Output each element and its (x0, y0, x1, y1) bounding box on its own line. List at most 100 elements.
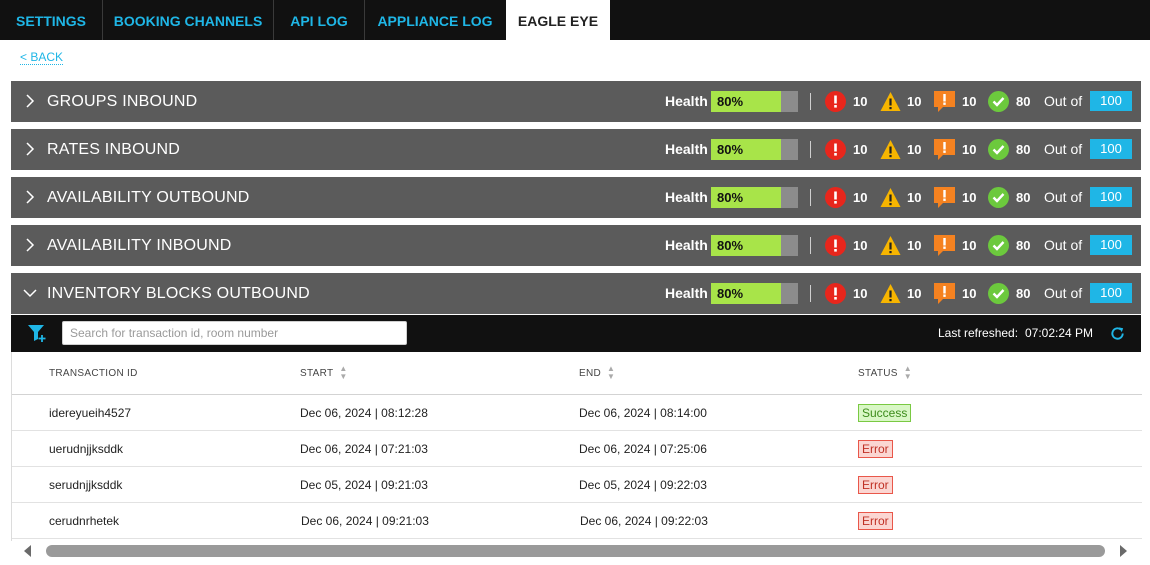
alert-count: 10 (962, 238, 977, 253)
start-cell: Dec 06, 2024 | 08:12:28 (300, 406, 428, 420)
tab-settings[interactable]: SETTINGS (0, 0, 102, 40)
horizontal-scrollbar[interactable] (11, 541, 1141, 561)
out-of-label: Out of (1044, 237, 1083, 253)
check-circle-icon (988, 139, 1009, 160)
panel-title[interactable]: AVAILABILITY INBOUND (47, 225, 232, 266)
status-badge: Error (858, 440, 893, 458)
health-percentage: 80% (717, 94, 744, 109)
error-count: 10 (853, 142, 868, 157)
column-header-transaction-id[interactable]: TRANSACTION ID (49, 352, 138, 394)
error-circle-icon (825, 283, 846, 304)
table-row[interactable]: uerudnjjksddk Dec 06, 2024 | 07:21:03 Dec … (12, 431, 1142, 467)
transaction-id-cell: serudnjjksddk (49, 478, 123, 492)
status-badge: Error (858, 512, 893, 530)
warning-triangle-icon (880, 188, 901, 207)
warning-count: 10 (907, 238, 922, 253)
search-input[interactable] (62, 321, 407, 345)
error-count: 10 (853, 286, 868, 301)
integration-panel[interactable]: AVAILABILITY INBOUND Health 80% 10 10 10 80 Out… (11, 225, 1141, 266)
refresh-icon[interactable] (1109, 325, 1126, 342)
health-label: Health (665, 141, 708, 157)
alert-square-icon (934, 187, 955, 208)
integration-panel[interactable]: RATES INBOUND Health 80% 10 10 10 80 Out of 100 (11, 129, 1141, 170)
error-circle-icon (825, 139, 846, 160)
warning-count: 10 (907, 190, 922, 205)
sort-icon[interactable]: ▲ ▼ (339, 365, 347, 381)
out-of-label: Out of (1044, 141, 1083, 157)
transaction-id-cell: uerudnjjksddk (49, 442, 124, 456)
integration-panel[interactable]: INVENTORY BLOCKS OUTBOUND Health 80% 10 10 10… (11, 273, 1141, 314)
panel-title[interactable]: AVAILABILITY OUTBOUND (47, 177, 249, 218)
health-percentage: 80% (717, 286, 744, 301)
error-count: 10 (853, 94, 868, 109)
total-count-badge: 100 (1090, 91, 1132, 111)
health-label: Health (665, 93, 708, 109)
tab-appliance-log[interactable]: APPLIANCE LOG (365, 0, 505, 40)
column-header-start[interactable]: START ▲ ▼ (300, 352, 348, 394)
check-circle-icon (988, 235, 1009, 256)
chevron-right-icon[interactable] (23, 190, 37, 204)
warning-triangle-icon (880, 92, 901, 111)
health-percentage: 80% (717, 238, 744, 253)
column-header-end[interactable]: END ▲ ▼ (579, 352, 615, 394)
transaction-id-cell: cerudnrhetek (49, 514, 120, 528)
column-header-status[interactable]: STATUS ▲ ▼ (858, 352, 912, 394)
table-row[interactable]: serudnjjksddk Dec 05, 2024 | 09:21:03 Dec … (12, 467, 1142, 503)
end-cell: Dec 05, 2024 | 09:22:03 (579, 478, 707, 492)
health-percentage: 80% (717, 142, 744, 157)
table-row[interactable]: idereyueih4527 Dec 06, 2024 | 08:12:28 Dec… (12, 395, 1142, 431)
ok-count: 80 (1016, 94, 1031, 109)
table-row[interactable]: cerudnrhetek Dec 06, 2024 | 09:21:03 Dec 0… (12, 503, 1142, 539)
health-label: Health (665, 237, 708, 253)
alert-count: 10 (962, 286, 977, 301)
chevron-right-icon[interactable] (23, 238, 37, 252)
start-cell: Dec 05, 2024 | 09:21:03 (300, 478, 428, 492)
integration-panel[interactable]: AVAILABILITY OUTBOUND Health 80% 10 10 10 80 Ou… (11, 177, 1141, 218)
tab-api-log[interactable]: API LOG (274, 0, 364, 40)
alert-square-icon (934, 139, 955, 160)
integration-panel[interactable]: GROUPS INBOUND Health 80% 10 10 10 80 Out of 100 (11, 81, 1141, 122)
scroll-right-arrow-icon[interactable] (1118, 545, 1128, 557)
ok-count: 80 (1016, 238, 1031, 253)
error-count: 10 (853, 190, 868, 205)
health-label: Health (665, 189, 708, 205)
scrollbar-thumb[interactable] (46, 545, 1105, 557)
end-cell: Dec 06, 2024 | 07:25:06 (579, 442, 707, 456)
warning-triangle-icon (880, 140, 901, 159)
health-bar: 80% (711, 91, 798, 112)
out-of-label: Out of (1044, 189, 1083, 205)
status-badge: Success (858, 404, 912, 422)
chevron-right-icon[interactable] (23, 142, 37, 156)
alert-square-icon (934, 283, 955, 304)
panel-title[interactable]: INVENTORY BLOCKS OUTBOUND (47, 273, 310, 314)
check-circle-icon (988, 187, 1009, 208)
ok-count: 80 (1016, 190, 1031, 205)
alert-square-icon (934, 235, 955, 256)
health-bar: 80% (711, 235, 798, 256)
scroll-left-arrow-icon[interactable] (23, 545, 33, 557)
back-link[interactable]: < BACK (20, 50, 64, 65)
panel-title[interactable]: RATES INBOUND (47, 129, 180, 170)
start-cell: Dec 06, 2024 | 09:21:03 (301, 514, 429, 528)
check-circle-icon (988, 91, 1009, 112)
tab-booking-channels[interactable]: BOOKING CHANNELS (103, 0, 273, 40)
panel-title[interactable]: GROUPS INBOUND (47, 81, 197, 122)
end-cell: Dec 06, 2024 | 08:14:00 (579, 406, 707, 420)
end-cell: Dec 06, 2024 | 09:22:03 (580, 514, 708, 528)
last-refreshed-label: Last refreshed: (938, 326, 1019, 340)
sort-icon[interactable]: ▲ ▼ (904, 365, 912, 381)
transaction-id-cell: idereyueih4527 (49, 406, 132, 420)
chevron-down-icon[interactable] (23, 286, 37, 300)
sort-icon[interactable]: ▲ ▼ (607, 365, 615, 381)
chevron-right-icon[interactable] (23, 94, 37, 108)
panel-divider (810, 93, 811, 110)
panel-divider (810, 237, 811, 254)
total-count-badge: 100 (1090, 139, 1132, 159)
filter-add-icon[interactable] (27, 323, 47, 343)
alert-square-icon (934, 91, 955, 112)
panel-divider (810, 285, 811, 302)
alert-count: 10 (962, 190, 977, 205)
tab-eagle-eye[interactable]: EAGLE EYE (506, 0, 610, 40)
error-count: 10 (853, 238, 868, 253)
warning-triangle-icon (880, 236, 901, 255)
